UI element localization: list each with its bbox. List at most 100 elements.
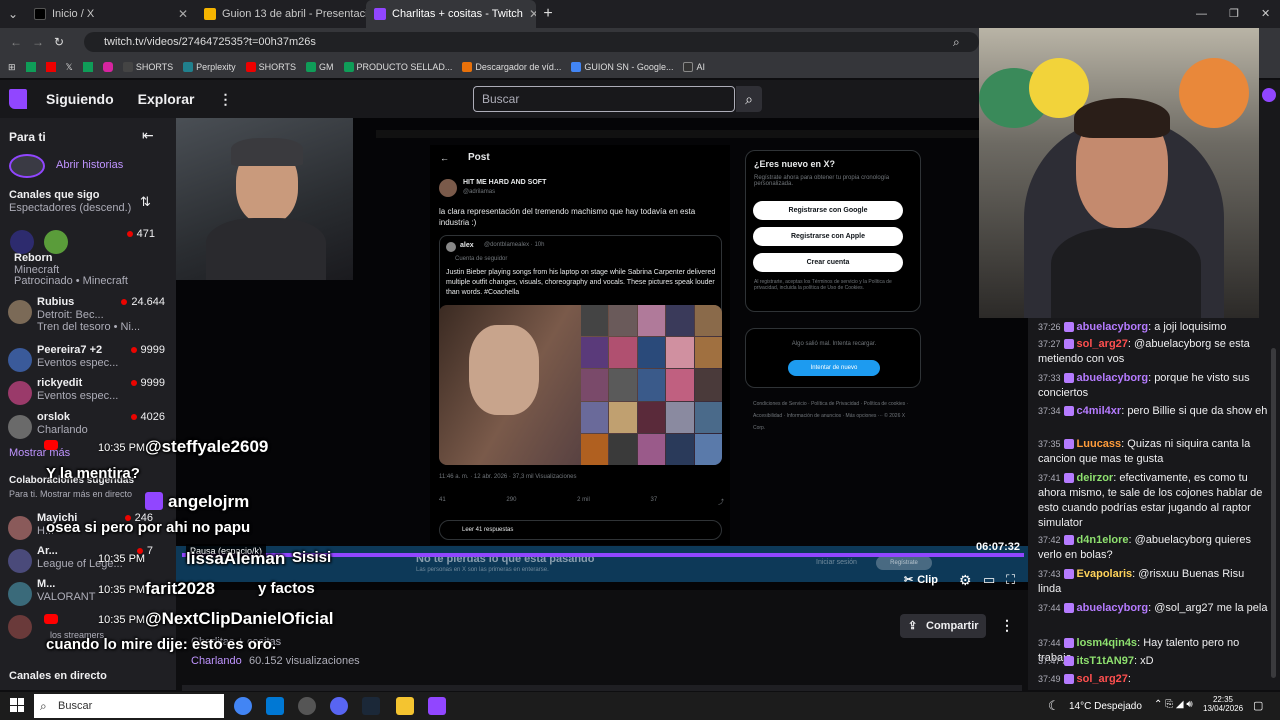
windows-start-icon[interactable] bbox=[10, 698, 24, 712]
steam-icon[interactable] bbox=[362, 697, 380, 715]
chat-username[interactable]: c4mil4xr bbox=[1077, 405, 1122, 417]
chat-username[interactable]: sol_arg27 bbox=[1077, 338, 1128, 350]
horizontal-scrollbar[interactable] bbox=[182, 685, 1022, 691]
back-icon[interactable]: ← bbox=[10, 35, 22, 49]
chat-username[interactable]: abuelacyborg bbox=[1077, 372, 1149, 384]
sort-icon[interactable]: ⇅ bbox=[140, 194, 151, 210]
right-rail bbox=[1259, 80, 1280, 318]
bookmark-item[interactable]: SHORTS bbox=[122, 62, 173, 72]
reply-count: 41 bbox=[439, 497, 446, 503]
youtube-icon[interactable] bbox=[45, 62, 56, 72]
x-signup-card: ¿Eres nuevo en X? Regístrate ahora para … bbox=[745, 150, 921, 312]
error-text: Algo salió mal. Intenta recargar. bbox=[791, 341, 877, 347]
chat-username[interactable]: d4n1elore bbox=[1077, 534, 1129, 546]
avatar bbox=[8, 516, 32, 540]
minimize-icon[interactable]: — bbox=[1196, 8, 1207, 20]
close-icon[interactable]: ✕ bbox=[178, 7, 188, 21]
more-options-icon[interactable]: ⋮ bbox=[1000, 617, 1014, 634]
url-field[interactable]: twitch.tv/videos/2746472535?t=00h37m26s bbox=[84, 32, 979, 52]
x-icon[interactable]: 𝕏 bbox=[66, 62, 73, 73]
badge-icon bbox=[1063, 638, 1074, 649]
nav-following[interactable]: Siguiendo bbox=[46, 91, 114, 107]
quoted-text: Justin Bieber playing songs from his lap… bbox=[446, 269, 716, 296]
bookmark-item[interactable]: Descargador de víd... bbox=[462, 62, 561, 72]
reload-icon[interactable]: ↻ bbox=[54, 35, 64, 49]
discord-icon[interactable] bbox=[330, 697, 348, 715]
close-window-icon[interactable]: ✕ bbox=[1261, 7, 1270, 20]
close-icon[interactable]: ✕ bbox=[529, 7, 536, 21]
chat-username[interactable]: losm4qin4s bbox=[1077, 637, 1138, 649]
clip-button[interactable]: ✂ Clip bbox=[904, 573, 938, 587]
chat-username[interactable]: deirzor bbox=[1077, 472, 1114, 484]
folder-icon[interactable] bbox=[396, 697, 414, 715]
weather-text[interactable]: 14°C Despejado bbox=[1069, 701, 1142, 712]
forward-icon[interactable]: → bbox=[32, 35, 44, 49]
more-icon[interactable]: ⋮ bbox=[218, 91, 232, 108]
open-stories-link[interactable]: Abrir historias bbox=[56, 159, 123, 171]
instagram-icon[interactable] bbox=[102, 62, 113, 72]
stories-avatar[interactable] bbox=[9, 154, 45, 178]
chat-username[interactable]: Evapolaris bbox=[1077, 568, 1133, 580]
tab-x[interactable]: Inicio / X ✕ bbox=[26, 0, 196, 28]
channel-game: Charlando bbox=[37, 424, 88, 436]
obs-icon[interactable] bbox=[298, 697, 316, 715]
notifications-icon[interactable]: ▢ bbox=[1253, 699, 1263, 712]
chat-scrollbar[interactable] bbox=[1271, 348, 1276, 678]
avatar bbox=[8, 300, 32, 324]
sidebar-channel[interactable]: Ar... 7 League of Lege... bbox=[6, 545, 171, 581]
chat-username[interactable]: abuelacyborg bbox=[1077, 321, 1149, 333]
bookmark-item[interactable]: Perplexity bbox=[183, 62, 236, 72]
bookmark-item[interactable]: AI bbox=[683, 62, 705, 72]
sidebar-channel[interactable]: rickyedit 9999 Eventos espec... bbox=[6, 377, 171, 413]
tab-title: Inicio / X bbox=[52, 8, 95, 20]
settings-icon[interactable]: ⚙ bbox=[959, 572, 972, 589]
sheets-icon[interactable] bbox=[82, 62, 93, 72]
new-tab-button[interactable]: + bbox=[536, 5, 560, 23]
theater-icon[interactable]: ▭ bbox=[983, 572, 995, 588]
x-meta: 11:46 a. m. · 12 abr. 2026 · 37,3 mil Vi… bbox=[439, 474, 577, 480]
outlook-icon[interactable] bbox=[266, 697, 284, 715]
chat-username[interactable]: sol_arg27 bbox=[1077, 673, 1128, 685]
chat-username[interactable]: abuelacyborg bbox=[1077, 602, 1149, 614]
chat-time: 37:47 bbox=[1038, 656, 1061, 666]
search-button[interactable]: ⌕ bbox=[736, 86, 762, 112]
apps-icon[interactable]: ⊞ bbox=[8, 62, 16, 73]
avatar bbox=[439, 179, 457, 197]
taskbar-search[interactable]: Buscar bbox=[34, 694, 224, 718]
tab-twitch[interactable]: Charlitas + cositas - Twitch ✕ bbox=[366, 0, 536, 28]
chrome-icon[interactable] bbox=[234, 697, 252, 715]
bookmark-item[interactable]: PRODUCTO SELLAD... bbox=[343, 62, 452, 72]
app-icon[interactable] bbox=[428, 697, 446, 715]
chat-username[interactable]: itsT1tAN97 bbox=[1077, 655, 1134, 667]
tray-icons[interactable]: ⌃ ⎘ ◢ 🔊︎ bbox=[1154, 699, 1193, 710]
tab-search-icon[interactable]: ⌄ bbox=[0, 7, 26, 21]
search-input[interactable]: Buscar bbox=[473, 86, 735, 112]
bookmark-item[interactable]: SHORTS bbox=[245, 62, 296, 72]
overlay-handle: angelojrm bbox=[168, 492, 250, 511]
sidebar-channel[interactable]: Peereira7 +2 9999 Eventos espec... bbox=[6, 344, 171, 380]
avatar bbox=[446, 242, 456, 252]
hair-shape bbox=[1074, 98, 1170, 138]
share-button[interactable]: ⇪ Compartir bbox=[900, 614, 986, 638]
badge-icon bbox=[1063, 406, 1074, 417]
sidebar-channel[interactable]: 471 Reborn Minecraft Patrocinado • Minec… bbox=[6, 228, 171, 288]
chat-username[interactable]: Luucass bbox=[1077, 438, 1122, 450]
tab-slides[interactable]: Guion 13 de abril - Presentación✕ bbox=[196, 0, 366, 28]
bookmark-item[interactable]: GM bbox=[306, 62, 334, 72]
zoom-icon[interactable]: ⌕ bbox=[953, 35, 960, 50]
show-more-link[interactable]: Mostrar más bbox=[9, 447, 70, 459]
avatar bbox=[8, 348, 32, 372]
nav-browse[interactable]: Explorar bbox=[138, 91, 195, 107]
maximize-icon[interactable]: ❐ bbox=[1229, 7, 1239, 20]
overlay-time: 10:35 PM bbox=[98, 553, 146, 565]
fullscreen-icon[interactable]: ⛶ bbox=[1006, 572, 1015, 588]
collapse-icon[interactable]: ⇤ bbox=[142, 127, 154, 144]
sheets-icon[interactable] bbox=[25, 62, 36, 72]
sidebar-channel[interactable]: Rubius 24.644 Detroit: Bec... Tren del t… bbox=[6, 296, 171, 333]
bookmark-item[interactable]: GUION SN - Google... bbox=[571, 62, 673, 72]
video-category[interactable]: Charlando bbox=[191, 655, 242, 667]
chat-time: 37:26 bbox=[1038, 322, 1061, 332]
twitch-logo-icon[interactable] bbox=[9, 89, 27, 109]
clock[interactable]: 22:35 13/04/2026 bbox=[1203, 695, 1243, 713]
chat-time: 37:43 bbox=[1038, 569, 1061, 579]
